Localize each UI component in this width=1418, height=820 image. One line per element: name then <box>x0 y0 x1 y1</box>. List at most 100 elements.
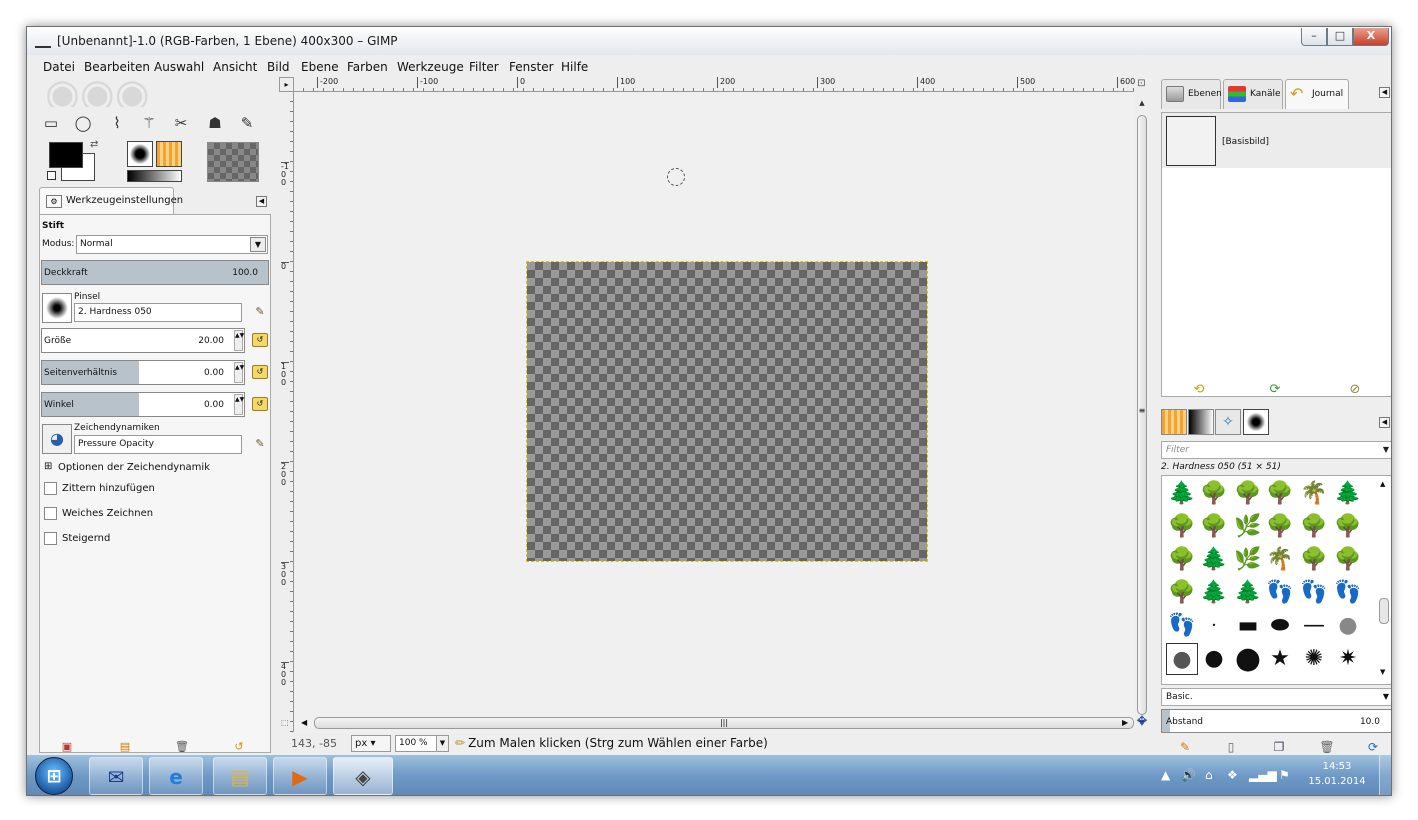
active-image-preview[interactable] <box>207 142 259 182</box>
brush-dot-icon[interactable]: • <box>1198 610 1230 642</box>
reset-size-icon[interactable]: ↺ <box>252 333 268 347</box>
menu-ebene[interactable]: Ebene <box>301 60 339 74</box>
brush-button[interactable] <box>42 293 72 323</box>
brush-line-icon[interactable]: — <box>1298 610 1330 642</box>
tab-menu-icon[interactable]: ◀ <box>256 196 267 207</box>
tab-brushes[interactable] <box>1243 409 1269 435</box>
lasso-icon[interactable]: ⌇ <box>107 113 127 133</box>
swap-colors-icon[interactable]: ⇄ <box>90 139 98 150</box>
brush-tree-icon[interactable]: 🌳 <box>1166 577 1198 609</box>
reset-angle-icon[interactable]: ↺ <box>252 397 268 411</box>
quick-mask-icon[interactable]: ⬚ <box>281 718 293 730</box>
refresh-brushes-icon[interactable]: ⟳ <box>1365 740 1381 754</box>
brush-tree-icon[interactable]: 🌲 <box>1198 544 1230 576</box>
menu-auswahl[interactable]: Auswahl <box>154 60 204 74</box>
brush-footprint-icon[interactable]: 👣 <box>1166 610 1198 642</box>
brush-tree-icon[interactable]: 🌳 <box>1298 544 1330 576</box>
vertical-ruler[interactable]: -100 0 100 200 300 400 <box>279 92 294 732</box>
brush-ellipse-icon[interactable]: ⬬ <box>1264 610 1296 642</box>
brush-tree-icon[interactable]: 🌲 <box>1232 577 1264 609</box>
opacity-slider[interactable]: Deckkraft 100.0 <box>41 260 269 285</box>
smooth-checkbox[interactable] <box>44 507 57 520</box>
minimize-button[interactable]: – <box>1301 28 1327 46</box>
brush-tab-menu-icon[interactable]: ◀ <box>1379 417 1390 428</box>
brush-tree-icon[interactable]: 🌿 <box>1232 544 1264 576</box>
brush-filter-input[interactable]: Filter ▼ <box>1161 441 1391 459</box>
menu-filter[interactable]: Filter <box>469 60 499 74</box>
delete-brush-icon[interactable]: 🗑 <box>1319 740 1335 754</box>
active-brush-preview[interactable] <box>127 141 153 167</box>
active-pattern-preview[interactable] <box>156 141 182 167</box>
brush-scrollbar[interactable]: ▲ ▼ <box>1378 478 1390 682</box>
scroll-up-icon[interactable]: ▲ <box>1380 480 1385 488</box>
zoom-select[interactable]: 100 % ▼ <box>395 735 449 752</box>
brush-soft-icon[interactable]: ● <box>1332 610 1364 642</box>
device-icon[interactable]: ⌂ <box>1205 768 1213 782</box>
menu-datei[interactable]: Datei <box>43 60 75 74</box>
ellipse-select-icon[interactable]: ◯ <box>73 113 93 133</box>
brush-tree-icon[interactable]: 🌳 <box>1298 511 1330 543</box>
duplicate-brush-icon[interactable]: ❐ <box>1271 740 1287 754</box>
show-desktop-button[interactable] <box>1379 755 1391 795</box>
undo-icon[interactable]: ⟲ <box>1191 382 1207 397</box>
window-menu-icon[interactable] <box>35 34 51 48</box>
vertical-scrollbar[interactable]: ▲ ≡ ▼ <box>1136 93 1148 733</box>
scroll-right-icon[interactable]: ▶ <box>1122 718 1128 727</box>
active-gradient-preview[interactable] <box>127 170 182 182</box>
brush-block-icon[interactable]: ▬ <box>1232 610 1264 642</box>
menu-bild[interactable]: Bild <box>267 60 290 74</box>
foreground-select-icon[interactable]: ☗ <box>205 113 225 133</box>
menu-farben[interactable]: Farben <box>347 60 388 74</box>
brush-tree-icon[interactable]: 🌴 <box>1264 544 1296 576</box>
reset-aspect-icon[interactable]: ↺ <box>252 365 268 379</box>
tab-journal[interactable]: ↶ Journal <box>1285 79 1349 109</box>
brush-tree-icon[interactable]: 🌳 <box>1198 478 1230 510</box>
expand-icon[interactable]: ⊞ <box>44 461 52 472</box>
dock-tab-menu-icon[interactable]: ◀ <box>1379 87 1390 98</box>
default-colors-icon[interactable] <box>47 171 56 180</box>
scroll-down-icon[interactable]: ▼ <box>1380 668 1385 676</box>
dynamics-button[interactable]: ◕ <box>42 424 72 454</box>
explorer-task[interactable]: ▤ <box>213 757 267 795</box>
horizontal-ruler[interactable]: -200 -100 0 100 200 300 400 500 600 <box>294 77 1135 92</box>
tray-expand-icon[interactable]: ▲ <box>1161 768 1170 782</box>
tab-patterns[interactable] <box>1161 409 1187 435</box>
brush-tree-icon[interactable]: 🌳 <box>1264 511 1296 543</box>
brush-tree-icon[interactable]: 🌳 <box>1332 544 1364 576</box>
brush-footprint-icon[interactable]: 👣 <box>1264 577 1296 609</box>
aspect-spinner[interactable]: ▲▼ <box>234 362 244 383</box>
undo-history-item[interactable]: [Basisbild] <box>1162 113 1391 168</box>
delete-preset-icon[interactable]: 🗑 <box>175 740 189 754</box>
new-brush-icon[interactable]: ▯ <box>1223 740 1239 754</box>
paths-icon[interactable]: ✎ <box>237 113 257 133</box>
rect-select-icon[interactable]: ▭ <box>41 113 61 133</box>
dropbox-icon[interactable]: ❖ <box>1227 768 1238 782</box>
tab-channels[interactable]: Kanäle <box>1223 79 1283 109</box>
redo-icon[interactable]: ⟳ <box>1267 382 1283 397</box>
network-icon[interactable]: ▂▄▆ <box>1249 768 1277 782</box>
scissors-icon[interactable]: ✂ <box>171 113 191 133</box>
thunderbird-task[interactable]: ✉ <box>89 757 143 795</box>
spacing-slider[interactable]: Abstand 10.0 <box>1161 709 1391 733</box>
clear-history-icon[interactable]: ⊘ <box>1347 382 1363 397</box>
brush-sponge-icon[interactable]: ✷ <box>1332 643 1364 675</box>
brush-tree-icon[interactable]: 🌿 <box>1232 511 1264 543</box>
tab-tool-options[interactable]: ⚙ Werkzeugeinstellungen <box>39 187 183 215</box>
incremental-checkbox[interactable] <box>44 532 57 545</box>
size-spinner[interactable]: ▲▼ <box>234 330 244 351</box>
volume-icon[interactable]: 🔊 <box>1181 768 1196 782</box>
internet-explorer-task[interactable]: e <box>149 757 203 795</box>
save-preset-icon[interactable]: ▣ <box>60 740 74 754</box>
media-player-task[interactable]: ▶ <box>273 757 327 795</box>
brush-tree-icon[interactable]: 🌳 <box>1332 511 1364 543</box>
menu-ansicht[interactable]: Ansicht <box>213 60 257 74</box>
brush-tree-icon[interactable]: 🌲 <box>1332 478 1364 510</box>
ruler-menu-button[interactable]: ▸ <box>279 77 294 92</box>
maximize-button[interactable]: □ <box>1327 28 1353 46</box>
brush-hardness-050-icon[interactable]: ● <box>1166 643 1198 675</box>
start-button[interactable]: ⊞ <box>35 757 73 795</box>
brush-round-icon[interactable]: ● <box>1198 643 1230 675</box>
brush-tree-icon[interactable]: 🌲 <box>1198 577 1230 609</box>
scroll-left-icon[interactable]: ◀ <box>301 718 307 727</box>
dynamics-field[interactable]: Pressure Opacity <box>74 435 242 454</box>
